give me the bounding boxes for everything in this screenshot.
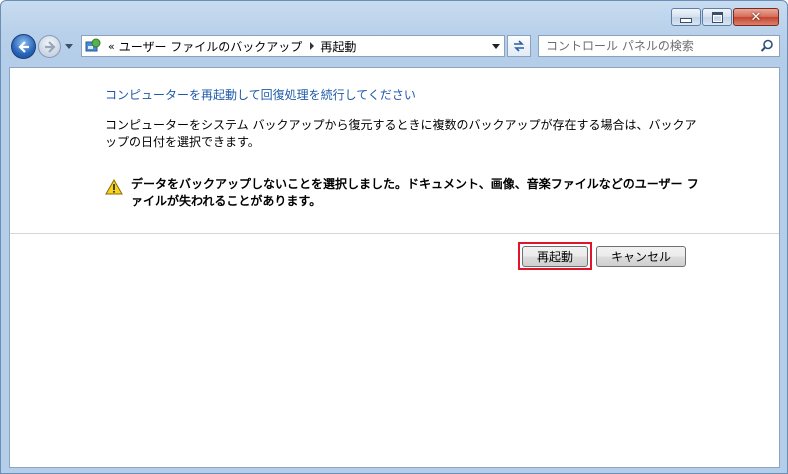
description-text: コンピューターをシステム バックアップから復元するときに複数のバックアップが存在… <box>105 118 697 149</box>
address-overflow-chevron[interactable]: « <box>108 40 115 53</box>
address-bar[interactable]: « ユーザー ファイルのバックアップ 再起動 <box>81 35 505 57</box>
breadcrumb-restart[interactable]: 再起動 <box>320 38 356 55</box>
forward-button[interactable] <box>38 35 61 58</box>
maximize-icon <box>711 11 723 23</box>
close-button[interactable]: ✕ <box>733 8 779 26</box>
warning-message: データをバックアップしないことを選択しました。ドキュメント、画像、音楽ファイルな… <box>105 176 705 210</box>
search-input[interactable] <box>546 39 751 53</box>
close-icon: ✕ <box>750 9 762 25</box>
refresh-button[interactable] <box>507 35 531 57</box>
maximize-button[interactable] <box>702 8 732 26</box>
warning-icon <box>105 179 123 195</box>
content-pane: コンピューターを再起動して回復処理を続行してください コンピューターをシステム … <box>9 67 780 468</box>
breadcrumb-backup[interactable]: ユーザー ファイルのバックアップ <box>119 38 303 55</box>
minimize-button[interactable] <box>671 8 701 26</box>
caption-buttons: ✕ <box>671 8 779 26</box>
window: ✕ « ユーザー ファイルのバックアップ 再起動 コントロール パネルの検索 コ… <box>0 0 788 474</box>
recent-pages-dropdown[interactable] <box>65 44 73 49</box>
forward-arrow-icon <box>44 40 56 53</box>
warning-text: データをバックアップしないことを選択しました。ドキュメント、画像、音楽ファイルな… <box>131 177 699 208</box>
page-heading: コンピューターを再起動して回復処理を続行してください <box>105 88 416 102</box>
search-box[interactable] <box>538 35 780 57</box>
cancel-button[interactable]: キャンセル <box>596 246 686 267</box>
back-arrow-icon <box>17 40 29 53</box>
search-icon[interactable] <box>760 39 774 53</box>
refresh-icon <box>514 40 524 52</box>
divider <box>10 233 779 234</box>
minimize-icon <box>680 17 692 23</box>
breadcrumb-separator-arrow[interactable] <box>310 42 315 50</box>
navigation-bar: « ユーザー ファイルのバックアップ 再起動 <box>1 31 787 63</box>
control-panel-icon <box>85 38 101 52</box>
address-dropdown-arrow[interactable] <box>492 44 500 49</box>
restart-button[interactable]: 再起動 <box>522 246 588 267</box>
back-button[interactable] <box>11 34 36 59</box>
